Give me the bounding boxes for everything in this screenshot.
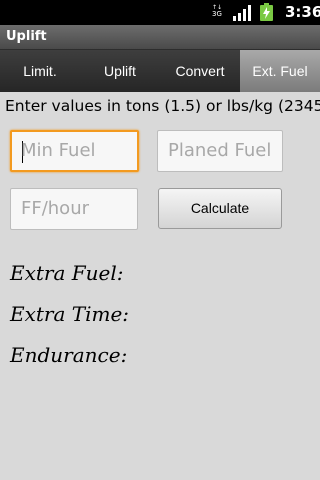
tab-ext-fuel[interactable]: Ext. Fuel xyxy=(240,50,320,92)
calculate-button[interactable]: Calculate xyxy=(158,188,282,229)
instruction-text: Enter values in tons (1.5) or lbs/kg (23… xyxy=(5,97,320,115)
ff-hour-placeholder: FF/hour xyxy=(21,198,90,219)
status-time: 3:36 xyxy=(285,3,320,21)
network-type-indicator: ↑↓ 3G xyxy=(212,5,224,21)
extra-fuel-label: Extra Fuel: xyxy=(10,261,124,285)
signal-strength-icon xyxy=(233,5,251,21)
status-bar: ↑↓ 3G 3:36 xyxy=(0,0,320,25)
planed-fuel-input[interactable]: Planed Fuel xyxy=(157,130,283,172)
battery-charging-icon xyxy=(260,3,273,21)
network-type-label: 3G xyxy=(212,10,222,18)
min-fuel-input[interactable]: Min Fuel xyxy=(10,130,139,172)
ff-hour-input[interactable]: FF/hour xyxy=(10,188,138,230)
planed-fuel-placeholder: Planed Fuel xyxy=(168,140,272,161)
min-fuel-placeholder: Min Fuel xyxy=(21,140,96,161)
title-bar: Uplift xyxy=(0,25,320,50)
tab-convert[interactable]: Convert xyxy=(160,50,240,92)
tab-bar: Limit. Uplift Convert Ext. Fuel xyxy=(0,50,320,92)
endurance-label: Endurance: xyxy=(10,343,128,367)
tab-uplift[interactable]: Uplift xyxy=(80,50,160,92)
tab-limit[interactable]: Limit. xyxy=(0,50,80,92)
extra-time-label: Extra Time: xyxy=(10,302,130,326)
app-title: Uplift xyxy=(6,29,47,44)
